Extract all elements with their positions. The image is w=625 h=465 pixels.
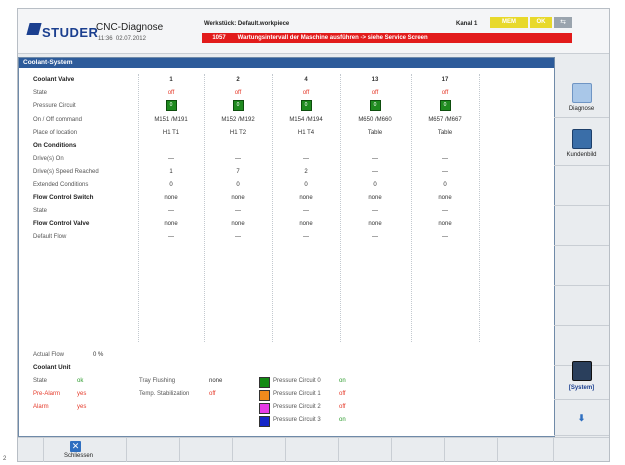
circuit-1-swatch xyxy=(259,390,270,401)
coolant-system-panel: Coolant-System Coolant Valve 1 2 4 13 17… xyxy=(18,57,555,437)
close-icon: ✕ xyxy=(70,441,81,452)
panel-title: Coolant-System xyxy=(19,58,554,68)
softkey-empty[interactable] xyxy=(554,9,609,54)
system-softkey[interactable]: [System] xyxy=(554,355,609,400)
app-title: CNC-Diagnose xyxy=(96,22,164,33)
close-softkey[interactable]: ✕ Schliessen xyxy=(44,438,127,462)
right-softkey-bar: Diagnose Kundenbild [System] ⬇ xyxy=(554,9,609,461)
softkey-empty[interactable] xyxy=(445,438,498,462)
circuit-3-swatch xyxy=(259,416,270,427)
mem-badge: MEM xyxy=(490,17,528,28)
table-row: Place of location H1 T1 H1 T2 H1 T4 Tabl… xyxy=(33,130,453,136)
bottom-softkey-bar: ✕ Schliessen xyxy=(18,437,609,462)
kundenbild-icon xyxy=(572,129,592,149)
pressure-circuit-indicator: 0 xyxy=(165,100,177,111)
coolant-unit-title: Coolant Unit xyxy=(33,364,71,371)
alarm-number: 1057 xyxy=(212,35,226,41)
scroll-down-softkey[interactable]: ⬇ xyxy=(554,401,609,436)
softkey-empty[interactable] xyxy=(180,438,233,462)
pressure-circuit-0-row: Pressure Circuit 0 on xyxy=(259,376,369,388)
temp-stabilization-row: Temp. Stabilization off xyxy=(139,391,216,397)
table-row: On Conditions xyxy=(33,142,77,149)
pressure-circuit-indicator: 0 xyxy=(439,100,451,111)
table-row: State off off off off off xyxy=(33,90,449,96)
prealarm-row: Pre-Alarm yes xyxy=(33,391,87,397)
actual-flow-row: Actual Flow 0 % xyxy=(33,352,104,358)
softkey-empty[interactable] xyxy=(554,165,609,206)
logo-mark-icon xyxy=(26,23,42,35)
coolant-table: Coolant Valve 1 2 4 13 17 State off off … xyxy=(19,74,554,342)
coolant-unit-section: Actual Flow 0 % Coolant Unit State ok Pr… xyxy=(19,350,554,436)
pressure-circuit-1-row: Pressure Circuit 1 off xyxy=(259,389,369,401)
studer-logo: STUDER xyxy=(26,23,99,43)
table-row: On / Off command M151 /M191 M152 /M192 M… xyxy=(33,117,462,123)
table-row: Default Flow — — — — — xyxy=(33,234,448,240)
workpiece-label: Werkstück: Default.workpiece xyxy=(204,21,290,27)
alarm-row: Alarm yes xyxy=(33,404,87,410)
table-row: Flow Control Valve none none none none n… xyxy=(33,220,452,227)
arrow-down-icon: ⬇ xyxy=(577,413,586,423)
softkey-empty[interactable] xyxy=(127,438,180,462)
table-row: State — — — — — xyxy=(33,208,448,214)
channel-label: Kanal 1 xyxy=(456,21,478,27)
softkey-empty[interactable] xyxy=(554,245,609,286)
tray-flushing-row: Tray Flushing none xyxy=(139,378,223,384)
pressure-circuit-indicator: 0 xyxy=(369,100,381,111)
kundenbild-softkey[interactable]: Kundenbild xyxy=(554,125,609,166)
table-row: Flow Control Switch none none none none … xyxy=(33,194,452,201)
softkey-empty[interactable] xyxy=(554,285,609,326)
ok-badge: OK xyxy=(530,17,552,28)
softkey-empty[interactable] xyxy=(233,438,286,462)
gear-icon xyxy=(572,361,592,381)
alarm-text: Wartungsintervall der Maschine ausführen… xyxy=(237,35,428,41)
unit-state-row: State ok xyxy=(33,378,84,384)
table-row: Extended Conditions 0 0 0 0 0 xyxy=(33,182,447,188)
diagnose-softkey[interactable]: Diagnose xyxy=(554,79,609,118)
softkey-empty[interactable] xyxy=(498,438,554,462)
diagnose-icon xyxy=(572,83,592,103)
pressure-circuit-indicator: 0 xyxy=(300,100,312,111)
circuit-0-swatch xyxy=(259,377,270,388)
pressure-circuit-3-row: Pressure Circuit 3 on xyxy=(259,415,369,427)
circuit-2-swatch xyxy=(259,403,270,414)
table-row: Drive(s) On — — — — — xyxy=(33,156,448,162)
logo-text: STUDER xyxy=(42,25,99,40)
page-number: 2 xyxy=(3,456,7,462)
softkey-empty[interactable] xyxy=(286,438,339,462)
table-row: Coolant Valve 1 2 4 13 17 xyxy=(33,76,449,83)
pressure-circuit-2-row: Pressure Circuit 2 off xyxy=(259,402,369,414)
softkey-empty[interactable] xyxy=(392,438,445,462)
table-row: Drive(s) Speed Reached 1 7 2 — — xyxy=(33,169,448,175)
softkey-empty[interactable] xyxy=(554,205,609,246)
alarm-bar[interactable]: 1057 Wartungsintervall der Maschine ausf… xyxy=(202,33,572,43)
header-bar: STUDER CNC-Diagnose 11:36 02.07.2012 Wer… xyxy=(18,9,609,54)
pressure-circuit-indicator: 0 xyxy=(232,100,244,111)
cnc-screen: STUDER CNC-Diagnose 11:36 02.07.2012 Wer… xyxy=(17,8,610,462)
table-row: Pressure Circuit 0 0 0 0 0 xyxy=(19,100,554,112)
app-time: 11:36 02.07.2012 xyxy=(98,36,146,42)
softkey-empty[interactable] xyxy=(339,438,392,462)
softkey-empty[interactable] xyxy=(18,438,44,462)
